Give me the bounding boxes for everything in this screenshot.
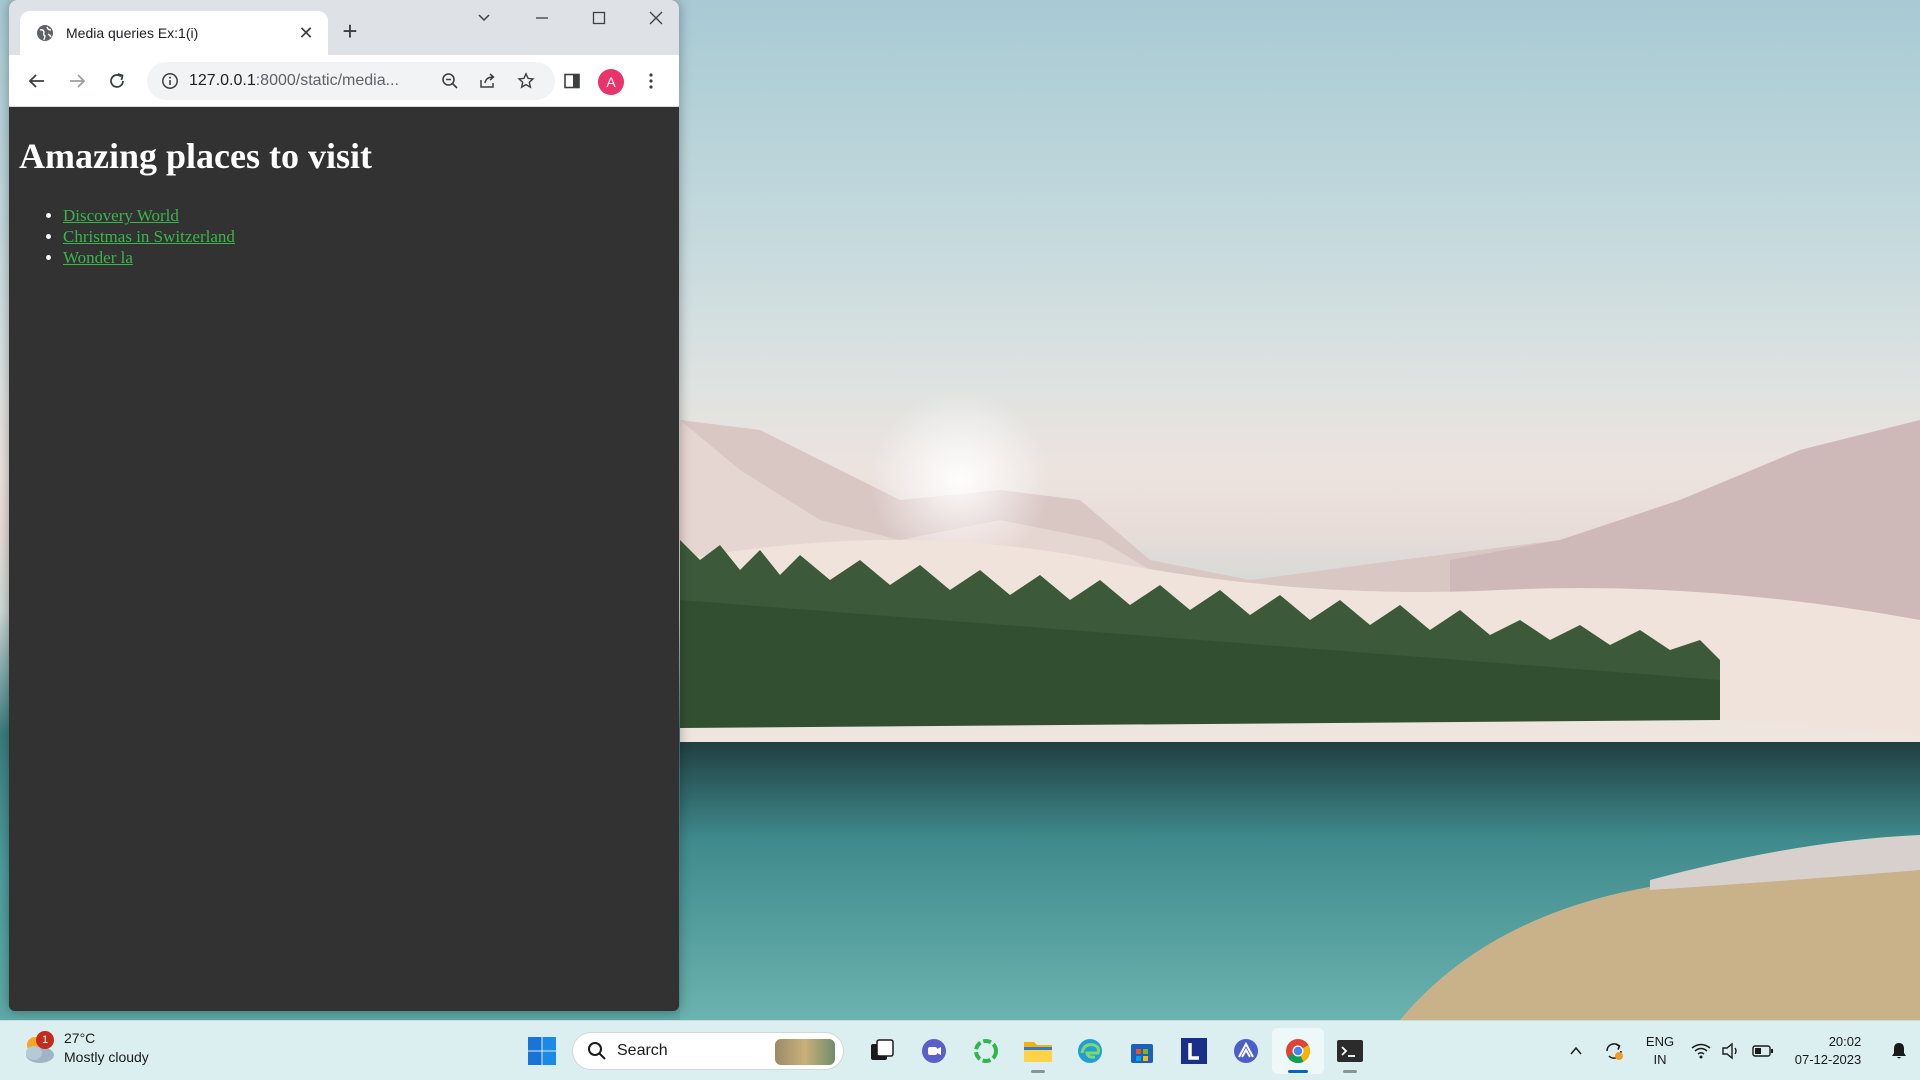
link-christmas-in-switzerland[interactable]: Christmas in Switzerland	[63, 227, 235, 246]
side-panel-button[interactable]	[556, 65, 588, 97]
folder-icon	[1024, 1042, 1052, 1062]
tab-title: Media queries Ex:1(i)	[66, 25, 199, 41]
cloudy-weather-icon: 1	[20, 1029, 58, 1067]
list-item: Discovery World	[63, 205, 669, 226]
taskbar-chrome[interactable]	[1272, 1028, 1324, 1074]
zoom-icon[interactable]	[433, 64, 467, 98]
globe-icon	[36, 24, 54, 42]
circle-app-icon	[974, 1039, 998, 1063]
battery-button[interactable]	[1746, 1031, 1780, 1071]
search-highlight-image	[775, 1039, 835, 1065]
close-window-button[interactable]	[636, 6, 676, 36]
tab-strip: Media queries Ex:1(i) ✕ +	[9, 0, 679, 55]
active-indicator	[1288, 1070, 1308, 1073]
taskbar-terminal[interactable]	[1324, 1028, 1376, 1074]
reload-button[interactable]	[101, 65, 133, 97]
chrome-icon	[1286, 1039, 1311, 1064]
taskbar-microsoft-store[interactable]	[1116, 1028, 1168, 1074]
places-list: Discovery World Christmas in Switzerland…	[19, 205, 669, 268]
profile-avatar[interactable]: A	[598, 69, 624, 95]
share-icon[interactable]	[471, 64, 505, 98]
volume-button[interactable]	[1716, 1031, 1746, 1071]
notifications-button[interactable]	[1884, 1031, 1914, 1071]
language-indicator[interactable]: ENG IN	[1634, 1033, 1686, 1069]
taskbar-app-green-ring[interactable]	[960, 1028, 1012, 1074]
taskbar-app-l[interactable]	[1168, 1028, 1220, 1074]
tab-search-chevron-icon[interactable]	[464, 6, 504, 36]
link-wonder-la[interactable]: Wonder la	[63, 248, 133, 267]
arrow-right-icon	[70, 74, 86, 88]
list-item: Wonder la	[63, 247, 669, 268]
sync-icon	[1606, 1043, 1623, 1060]
show-hidden-icons-button[interactable]	[1558, 1031, 1594, 1071]
bell-icon	[1892, 1043, 1906, 1059]
clock[interactable]: 20:02 07-12-2023	[1780, 1033, 1876, 1069]
wifi-button[interactable]	[1686, 1031, 1716, 1071]
kebab-menu-icon	[649, 73, 653, 89]
page-content: Amazing places to visit Discovery World …	[9, 107, 679, 1011]
terminal-icon	[1337, 1040, 1363, 1062]
weather-widget[interactable]: 1 27°C Mostly cloudy	[20, 1029, 149, 1067]
browser-tab[interactable]: Media queries Ex:1(i) ✕	[20, 11, 328, 55]
taskbar-file-explorer[interactable]	[1012, 1028, 1064, 1074]
taskbar-app-triangle[interactable]	[1220, 1028, 1272, 1074]
browser-toolbar: 127.0.0.1 :8000/static/media... A	[9, 55, 679, 107]
taskbar-teams-chat[interactable]	[908, 1028, 960, 1074]
forward-button[interactable]	[61, 65, 93, 97]
language-code: ENG	[1645, 1034, 1675, 1049]
arrow-left-icon	[28, 74, 44, 88]
new-tab-button[interactable]: +	[335, 18, 365, 44]
minimize-button[interactable]	[522, 6, 562, 36]
running-indicator	[1343, 1070, 1357, 1073]
weather-notification-badge: 1	[36, 1031, 54, 1049]
search-icon	[588, 1042, 606, 1060]
bookmark-star-icon[interactable]	[509, 64, 543, 98]
taskbar: 1 27°C Mostly cloudy Search ENG IN 20:02…	[0, 1020, 1920, 1080]
back-button[interactable]	[21, 65, 53, 97]
page-heading: Amazing places to visit	[19, 136, 372, 176]
url-path: :8000/static/media...	[255, 72, 399, 89]
running-indicator	[1031, 1070, 1045, 1073]
battery-icon	[1752, 1045, 1773, 1057]
weather-temperature: 27°C	[64, 1030, 96, 1046]
weather-condition: Mostly cloudy	[64, 1049, 149, 1065]
link-discovery-world[interactable]: Discovery World	[63, 206, 179, 225]
chevron-up-icon	[1570, 1046, 1582, 1055]
windows-logo-icon	[528, 1037, 556, 1065]
clock-date: 07-12-2023	[1794, 1052, 1862, 1067]
clock-time: 20:02	[1828, 1034, 1862, 1049]
speaker-icon	[1722, 1042, 1737, 1060]
list-item: Christmas in Switzerland	[63, 226, 669, 247]
site-info-icon[interactable]	[161, 72, 179, 90]
browser-menu-button[interactable]	[635, 65, 667, 97]
store-icon	[1131, 1044, 1153, 1063]
triangle-app-icon	[1234, 1039, 1258, 1063]
region-code: IN	[1653, 1052, 1667, 1067]
taskbar-edge[interactable]	[1064, 1028, 1116, 1074]
start-button[interactable]	[520, 1029, 564, 1073]
side-panel-icon	[564, 73, 580, 89]
taskbar-task-view[interactable]	[856, 1028, 908, 1074]
letter-l-app-icon	[1181, 1038, 1207, 1064]
browser-window: Media queries Ex:1(i) ✕ + 127.0.0.1:800…	[9, 0, 679, 1011]
sync-status-button[interactable]	[1594, 1031, 1634, 1071]
tab-close-icon[interactable]: ✕	[296, 23, 316, 44]
edge-browser-icon	[1078, 1039, 1102, 1063]
chat-icon	[922, 1039, 946, 1063]
maximize-button[interactable]	[579, 6, 619, 36]
search-label: Search	[617, 1042, 668, 1059]
url-host: 127.0.0.1	[189, 72, 256, 89]
system-tray: ENG IN 20:02 07-12-2023	[1558, 1021, 1920, 1080]
task-view-icon	[871, 1039, 894, 1060]
wifi-icon	[1691, 1043, 1711, 1059]
address-bar[interactable]: 127.0.0.1 :8000/static/media...	[147, 62, 555, 100]
taskbar-search-box[interactable]: Search	[572, 1032, 844, 1070]
taskbar-apps: Search	[520, 1028, 1376, 1074]
reload-icon	[110, 73, 124, 88]
